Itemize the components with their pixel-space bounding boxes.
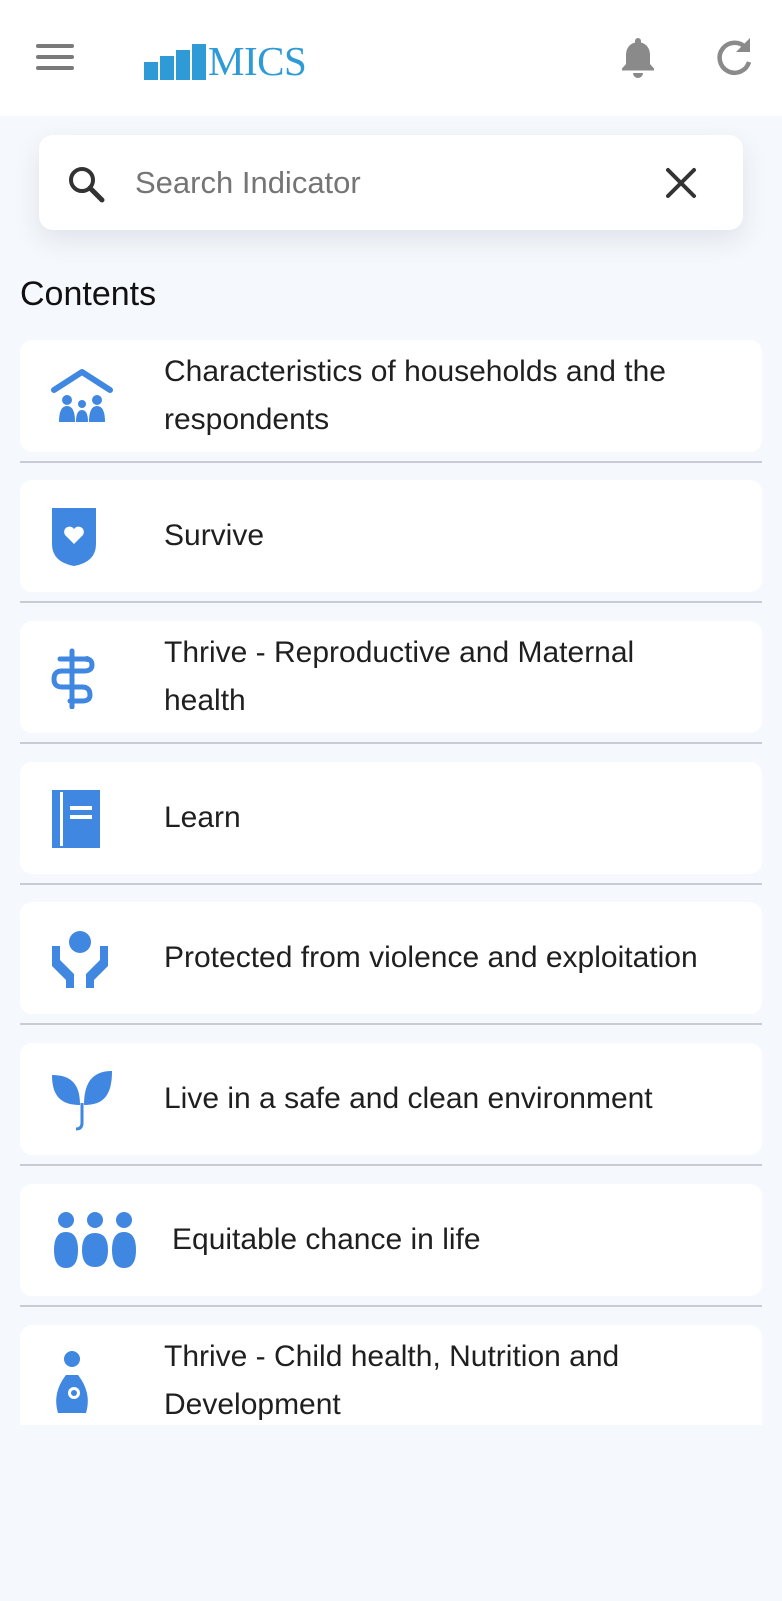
divider <box>20 461 762 463</box>
list-item-label: Characteristics of households and the re… <box>164 355 666 436</box>
contents-list: Characteristics of households and the re… <box>0 340 782 1425</box>
shield-heart-icon <box>50 506 114 568</box>
logo-bars <box>144 42 206 80</box>
list-item-learn[interactable]: Learn <box>20 762 762 874</box>
list-item-reproductive-health[interactable]: Thrive - Reproductive and Maternal healt… <box>20 621 762 733</box>
contents-heading: Contents <box>20 275 157 313</box>
list-item-survive[interactable]: Survive <box>20 480 762 592</box>
list-item-label: Equitable chance in life <box>172 1223 481 1256</box>
list-item-child-health[interactable]: Thrive - Child health, Nutrition and Dev… <box>20 1325 762 1425</box>
divider <box>20 1305 762 1307</box>
search-icon[interactable] <box>67 165 105 203</box>
list-item-label: Learn <box>164 801 241 834</box>
divider <box>20 742 762 744</box>
divider <box>20 1164 762 1166</box>
caduceus-icon <box>50 647 114 709</box>
bell-icon[interactable] <box>618 36 658 80</box>
sprout-icon <box>50 1069 114 1131</box>
notebook-icon <box>50 788 114 850</box>
protecting-hands-icon <box>50 928 114 990</box>
app-bar: MICS <box>0 0 782 116</box>
list-item-label: Protected from violence and exploitation <box>164 941 698 974</box>
list-item-equitable[interactable]: Equitable chance in life <box>20 1184 762 1296</box>
search-input[interactable] <box>135 155 655 210</box>
refresh-icon[interactable] <box>712 36 756 80</box>
list-item-protected[interactable]: Protected from violence and exploitation <box>20 902 762 1014</box>
mother-child-icon <box>50 1351 114 1413</box>
list-item-label: Survive <box>164 519 265 552</box>
list-item-label: Thrive - Reproductive and Maternal healt… <box>164 636 635 717</box>
list-item-label: Thrive - Child health, Nutrition and Dev… <box>164 1340 620 1421</box>
divider <box>20 883 762 885</box>
household-family-icon <box>50 366 114 428</box>
list-item-label: Live in a safe and clean environment <box>164 1082 653 1115</box>
people-group-icon <box>50 1210 140 1272</box>
close-icon[interactable] <box>663 165 699 201</box>
search-bar <box>39 135 743 230</box>
divider <box>20 1023 762 1025</box>
hamburger-menu-icon[interactable] <box>36 44 74 74</box>
list-item-environment[interactable]: Live in a safe and clean environment <box>20 1043 762 1155</box>
divider <box>20 601 762 603</box>
list-item-household[interactable]: Characteristics of households and the re… <box>20 340 762 452</box>
logo-text: MICS <box>208 38 307 84</box>
mics-logo: MICS <box>144 38 307 84</box>
